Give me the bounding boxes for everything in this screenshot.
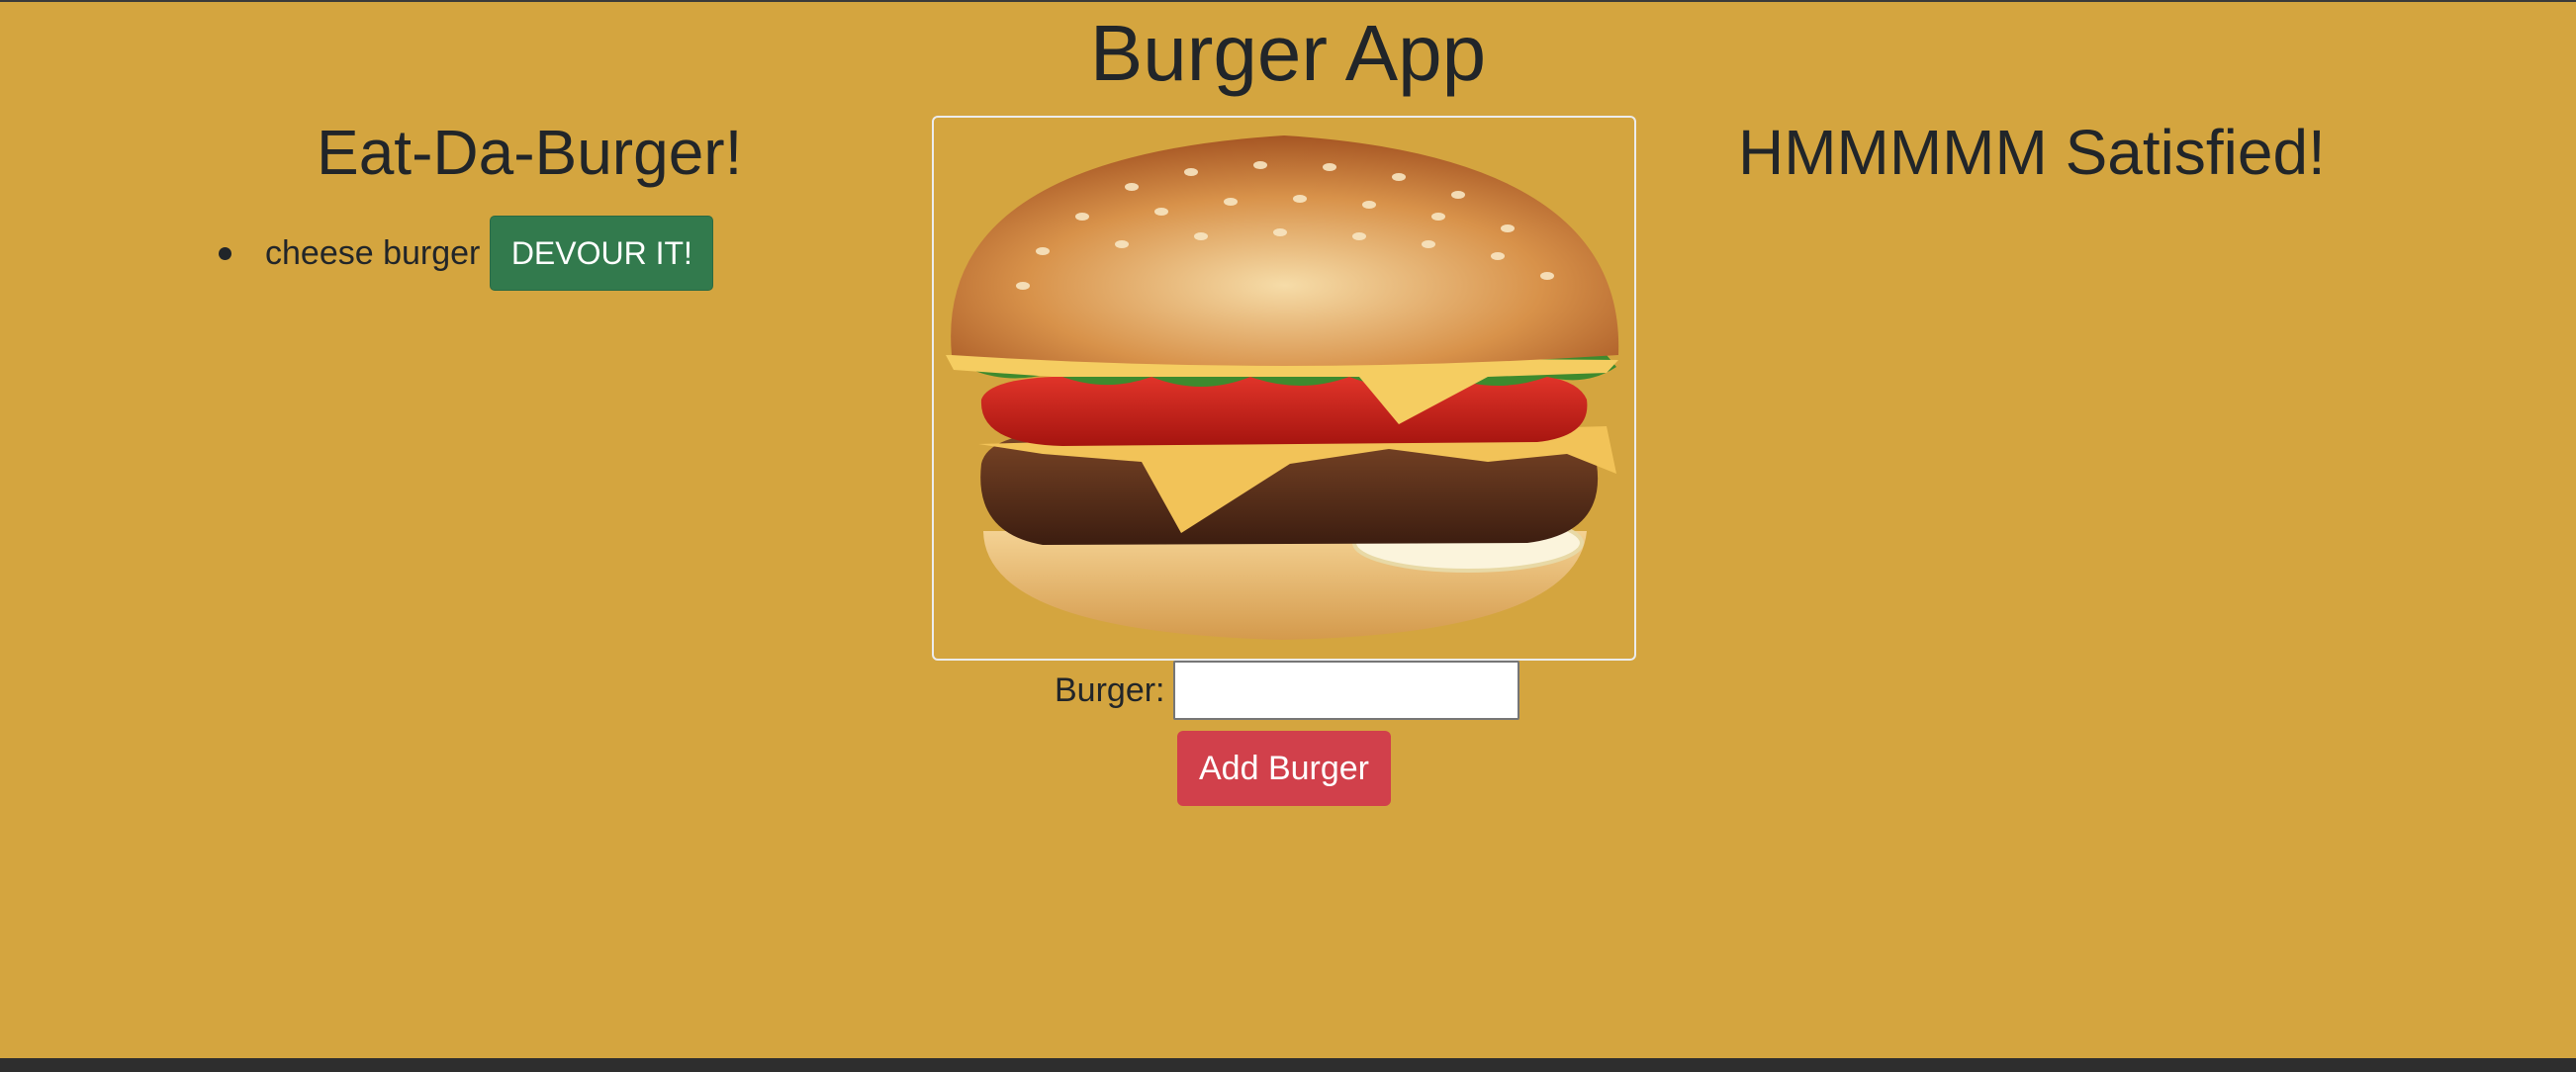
burger-input[interactable] [1172, 661, 1519, 720]
page-background: Burger App Eat-Da-Burger! cheese burger … [0, 0, 2576, 1058]
burger-name: cheese burger [265, 234, 481, 272]
uneaten-heading: Eat-Da-Burger! [317, 117, 743, 188]
eaten-heading: HMMMMM Satisfied! [1738, 117, 2326, 188]
add-burger-form: Burger: [1055, 661, 1519, 720]
bullet-icon [219, 246, 231, 260]
burger-image [932, 116, 1636, 661]
list-item: cheese burger DEVOUR IT! [210, 216, 714, 291]
burger-input-label: Burger: [1055, 670, 1165, 709]
page-title: Burger App [1089, 9, 1487, 97]
add-burger-button[interactable]: Add Burger [1177, 731, 1391, 806]
devour-button[interactable]: DEVOUR IT! [490, 216, 714, 291]
burger-illustration [946, 135, 1619, 640]
uneaten-burger-list: cheese burger DEVOUR IT! [210, 216, 714, 291]
bottom-bar [0, 1058, 2576, 1072]
